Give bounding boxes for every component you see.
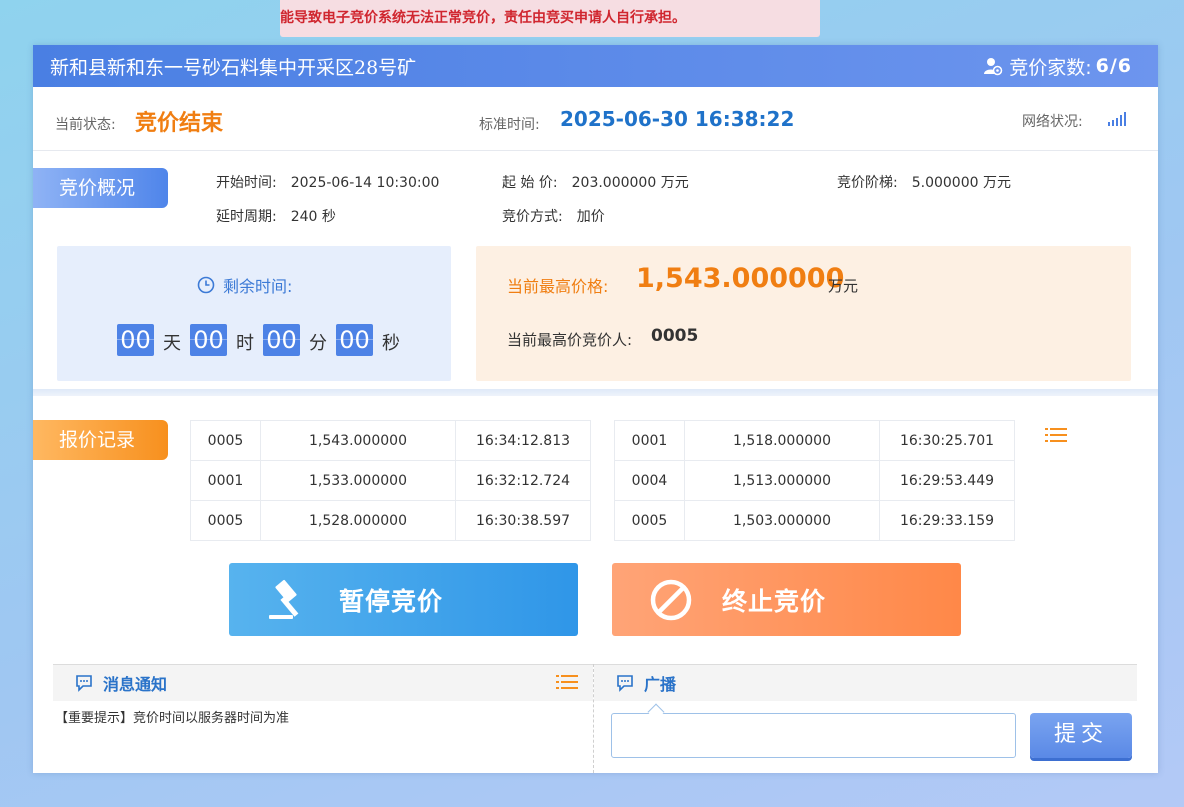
record-bidder: 0005 [190,500,261,541]
network-label: 网络状况: [1022,114,1083,130]
highest-price-unit: 万元 [828,277,859,295]
table-row: 0005 1,503.000000 16:29:33.159 [614,500,1015,541]
auction-panel: 新和县新和东一号砂石料集中开采区28号矿 竞价家数: 6/6 当前状态: 竞价结… [33,45,1158,773]
notice-title: 消息通知 [103,675,168,694]
bidder-count-value: 6/6 [1095,55,1132,77]
countdown-days: 00 [117,324,154,356]
step-value: 5.000000 万元 [911,175,1011,191]
panel-header: 新和县新和东一号砂石料集中开采区28号矿 竞价家数: 6/6 [33,45,1158,87]
table-row: 0001 1,533.000000 16:32:12.724 [190,460,591,501]
record-price: 1,543.000000 [260,420,456,461]
records-table-right: 0001 1,518.000000 16:30:25.701 0004 1,51… [614,420,1015,541]
record-price: 1,503.000000 [684,500,880,541]
hours-unit: 时 [236,333,254,354]
countdown-title-text: 剩余时间: [223,277,293,296]
countdown-box: 剩余时间: 00 天 00 时 00 分 00 秒 [57,246,451,381]
delay-info: 延时周期: 240 秒 [216,206,336,226]
signal-icon [1108,112,1126,126]
table-row: 0005 1,543.000000 16:34:12.813 [190,420,591,461]
pause-bidding-button[interactable]: 暂停竞价 [229,563,578,636]
record-price: 1,513.000000 [684,460,880,501]
clock-icon [197,276,215,294]
stop-bidding-button[interactable]: 终止竞价 [612,563,961,636]
delay-label: 延时周期: [216,209,277,225]
section-divider [33,389,1158,396]
record-time: 16:29:53.449 [879,460,1015,501]
countdown-title: 剩余时间: [197,273,292,297]
table-row: 0001 1,518.000000 16:30:25.701 [614,420,1015,461]
broadcast-input[interactable] [611,713,1016,758]
record-time: 16:32:12.724 [455,460,591,501]
record-price: 1,518.000000 [684,420,880,461]
start-price-label: 起 始 价: [502,175,558,191]
standard-time-label: 标准时间: [479,117,540,133]
bidder-count-label: 竞价家数: [1009,56,1092,79]
notice-list-icon[interactable] [556,674,578,690]
table-row: 0004 1,513.000000 16:29:53.449 [614,460,1015,501]
submit-button[interactable]: 提交 [1030,713,1132,758]
status-bar: 当前状态: 竞价结束 标准时间: 2025-06-30 16:38:22 网络状… [33,87,1158,151]
table-row: 0005 1,528.000000 16:30:38.597 [190,500,591,541]
broadcast-title: 广播 [644,675,677,694]
start-price-value: 203.000000 万元 [571,175,689,191]
notice-text: 【重要提示】竞价时间以服务器时间为准 [55,711,290,726]
state-value: 竞价结束 [135,111,224,136]
records-list-icon[interactable] [1045,427,1067,443]
chat-icon [76,675,92,692]
record-time: 16:29:33.159 [879,500,1015,541]
days-unit: 天 [163,333,181,354]
record-time: 16:34:12.813 [455,420,591,461]
record-bidder: 0004 [614,460,685,501]
step-label: 竞价阶梯: [837,175,898,191]
highest-price-box: 当前最高价格: 1,543.000000 万元 当前最高价竞价人: 0005 [476,246,1131,381]
stop-bidding-label: 终止竞价 [722,586,827,616]
countdown-seconds: 00 [336,324,373,356]
highest-price-value: 1,543.000000 [636,263,845,294]
chat-icon [617,675,633,692]
broadcast-header: 广播 [594,664,1137,701]
method-label: 竞价方式: [502,209,563,225]
records-tag: 报价记录 [33,420,168,460]
record-time: 16:30:38.597 [455,500,591,541]
lot-title: 新和县新和东一号砂石料集中开采区28号矿 [50,56,417,79]
user-icon [984,58,1003,76]
method-value: 加价 [576,209,605,225]
bidder-count: 竞价家数: 6/6 [983,53,1132,80]
standard-time-value: 2025-06-30 16:38:22 [560,107,795,131]
method-info: 竞价方式: 加价 [502,206,605,226]
countdown-row: 00 天 00 时 00 分 00 秒 [117,324,409,356]
records-table-left: 0005 1,543.000000 16:34:12.813 0001 1,53… [190,420,591,541]
start-time-value: 2025-06-14 10:30:00 [290,175,440,191]
state-label: 当前状态: [55,117,116,133]
delay-value: 240 秒 [290,209,336,225]
start-price-info: 起 始 价: 203.000000 万元 [502,172,689,192]
seconds-unit: 秒 [382,333,400,354]
notice-header: 消息通知 [53,664,593,701]
record-time: 16:30:25.701 [879,420,1015,461]
minutes-unit: 分 [309,333,327,354]
gavel-icon [269,579,299,619]
countdown-minutes: 00 [263,324,300,356]
warning-banner: 能导致电子竞价系统无法正常竞价，责任由竞买申请人自行承担。 [280,0,820,37]
countdown-hours: 00 [190,324,227,356]
record-bidder: 0005 [190,420,261,461]
pause-bidding-label: 暂停竞价 [339,586,444,616]
step-info: 竞价阶梯: 5.000000 万元 [837,172,1011,192]
prohibit-icon [650,579,692,620]
highest-price-label: 当前最高价格: [507,277,609,296]
start-time-label: 开始时间: [216,175,277,191]
highest-bidder-value: 0005 [651,326,699,346]
record-price: 1,528.000000 [260,500,456,541]
start-time-info: 开始时间: 2025-06-14 10:30:00 [216,172,439,192]
record-bidder: 0001 [614,420,685,461]
overview-tag: 竞价概况 [33,168,168,208]
record-bidder: 0001 [190,460,261,501]
highest-bidder-label: 当前最高价竞价人: [507,331,633,349]
record-price: 1,533.000000 [260,460,456,501]
record-bidder: 0005 [614,500,685,541]
